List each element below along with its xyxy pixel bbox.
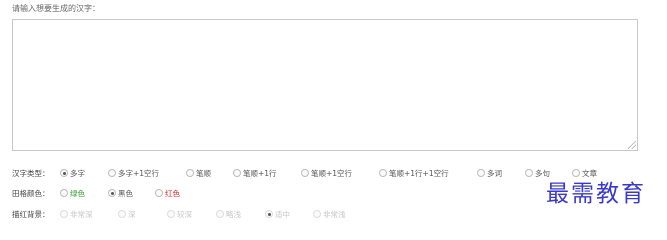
radio-icon[interactable] (525, 169, 533, 177)
trace-bg-label: 描红背景： (12, 210, 50, 219)
watermark-logo: 最需教育 (546, 181, 646, 207)
radio-icon[interactable] (60, 169, 68, 177)
chinese-text-input[interactable] (12, 19, 638, 151)
radio-icon[interactable] (108, 189, 116, 197)
radio-icon[interactable] (108, 169, 116, 177)
char-type-label: 汉字类型： (12, 169, 50, 178)
radio-icon[interactable] (313, 210, 321, 218)
radio-icon[interactable] (60, 210, 68, 218)
resize-handle-icon[interactable] (628, 141, 636, 149)
radio-icon[interactable] (118, 210, 126, 218)
text-input-prompt: 请输入想要生成的汉字： (12, 4, 100, 13)
radio-icon[interactable] (301, 169, 309, 177)
trace-bg-row: 描红背景： 非常深 深 较深 略浅 适中 非常浅 (12, 210, 346, 219)
radio-icon[interactable] (379, 169, 387, 177)
radio-icon[interactable] (186, 169, 194, 177)
radio-icon[interactable] (60, 189, 68, 197)
radio-icon[interactable] (167, 210, 175, 218)
radio-icon[interactable] (477, 169, 485, 177)
radio-icon[interactable] (265, 210, 273, 218)
grid-color-row: 田格颜色： 绿色 黑色 红色 (12, 189, 180, 198)
radio-icon[interactable] (155, 189, 163, 197)
radio-icon[interactable] (216, 210, 224, 218)
grid-color-label: 田格颜色： (12, 189, 50, 198)
radio-icon[interactable] (233, 169, 241, 177)
